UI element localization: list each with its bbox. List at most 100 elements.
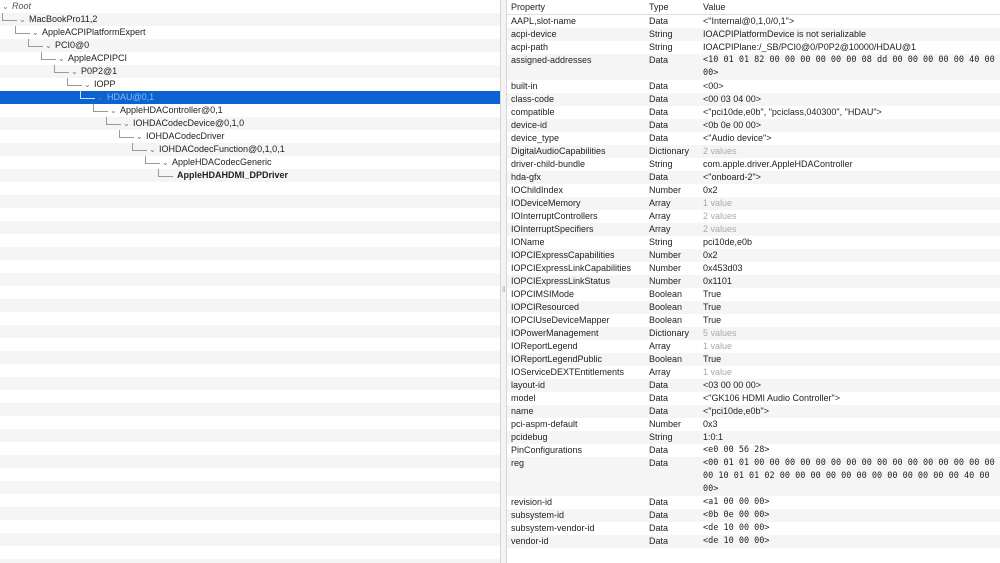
property-value[interactable]: 0x2 bbox=[703, 249, 999, 262]
tree-node[interactable]: ⌄ AppleHDAController@0,1 bbox=[93, 104, 223, 117]
table-row[interactable]: IOPCIExpressLinkStatus Number 0x1101 bbox=[507, 275, 1000, 288]
property-value[interactable]: True bbox=[703, 314, 999, 327]
column-header-type[interactable]: Type bbox=[649, 0, 701, 14]
chevron-down-icon[interactable]: ⌄ bbox=[110, 104, 120, 117]
table-row[interactable]: ›IOInterruptSpecifiers Array 2 values bbox=[507, 223, 1000, 236]
split-divider[interactable]: ‖ bbox=[500, 0, 507, 563]
table-row[interactable]: IOReportLegendPublic Boolean True bbox=[507, 353, 1000, 366]
tree-row[interactable]: ⌄ AppleACPIPlatformExpert bbox=[0, 26, 500, 39]
table-row[interactable]: assigned-addresses Data <10 01 01 82 00 00… bbox=[507, 54, 1000, 80]
table-row[interactable]: subsystem-vendor-id Data <de 10 00 00> bbox=[507, 522, 1000, 535]
table-row[interactable]: ›IOPowerManagement Dictionary 5 values bbox=[507, 327, 1000, 340]
property-value[interactable]: IOACPIPlatformDevice is not serializable bbox=[703, 28, 999, 41]
column-header-property[interactable]: Property bbox=[511, 0, 637, 14]
tree-node[interactable]: ⌄ P0P2@1 bbox=[54, 65, 117, 78]
tree-row-root[interactable]: ⌄ Root bbox=[0, 0, 500, 13]
property-value[interactable]: 0x1101 bbox=[703, 275, 999, 288]
table-row[interactable]: built-in Data <00> bbox=[507, 80, 1000, 93]
table-row[interactable]: device-id Data <0b 0e 00 00> bbox=[507, 119, 1000, 132]
table-row[interactable]: acpi-device String IOACPIPlatformDevice is… bbox=[507, 28, 1000, 41]
table-row[interactable]: model Data <"GK106 HDMI Audio Controller"> bbox=[507, 392, 1000, 405]
property-value[interactable]: <10 01 01 82 00 00 00 00 00 00 08 dd 00 … bbox=[703, 54, 999, 80]
property-value[interactable]: <0b 0e 00 00> bbox=[703, 509, 999, 522]
tree-node[interactable]: ⌄ PCI0@0 bbox=[28, 39, 89, 52]
table-row[interactable]: subsystem-id Data <0b 0e 00 00> bbox=[507, 509, 1000, 522]
table-row[interactable]: ›IOReportLegend Array 1 value bbox=[507, 340, 1000, 353]
tree-node[interactable]: ⌄ IOHDACodecFunction@0,1,0,1 bbox=[132, 143, 285, 156]
tree-row[interactable]: AppleHDAHDMI_DPDriver bbox=[0, 169, 500, 182]
tree-row[interactable]: ⌄ IOHDACodecDevice@0,1,0 bbox=[0, 117, 500, 130]
chevron-down-icon[interactable]: ⌄ bbox=[45, 39, 55, 52]
table-row[interactable]: pci-aspm-default Number 0x3 bbox=[507, 418, 1000, 431]
property-value[interactable]: <03 00 00 00> bbox=[703, 379, 999, 392]
property-value[interactable]: 1 value bbox=[703, 340, 999, 353]
table-row[interactable]: acpi-path String IOACPIPlane:/_SB/PCI0@0/P… bbox=[507, 41, 1000, 54]
property-value[interactable]: True bbox=[703, 353, 999, 366]
table-row[interactable]: ›DigitalAudioCapabilities Dictionary 2 val… bbox=[507, 145, 1000, 158]
property-value[interactable]: <e0 00 56 28> bbox=[703, 444, 999, 457]
property-value[interactable]: <de 10 00 00> bbox=[703, 535, 999, 548]
property-value[interactable]: 2 values bbox=[703, 145, 999, 158]
table-row[interactable]: IOPCIResourced Boolean True bbox=[507, 301, 1000, 314]
tree-node[interactable]: ⌄ AppleACPIPlatformExpert bbox=[15, 26, 146, 39]
property-value[interactable]: 1 value bbox=[703, 366, 999, 379]
property-value[interactable]: True bbox=[703, 288, 999, 301]
property-value[interactable]: <"pci10de,e0b", "pciclass,040300", "HDAU… bbox=[703, 106, 999, 119]
divider-grip-icon[interactable]: ‖ bbox=[502, 285, 505, 294]
table-row[interactable]: PinConfigurations Data <e0 00 56 28> bbox=[507, 444, 1000, 457]
chevron-down-icon[interactable]: ⌄ bbox=[32, 26, 42, 39]
tree-row[interactable]: ⌄ HDAU@0,1 bbox=[0, 91, 500, 104]
tree-row[interactable]: ⌄ AppleHDAController@0,1 bbox=[0, 104, 500, 117]
tree-row[interactable]: ⌄ P0P2@1 bbox=[0, 65, 500, 78]
property-value[interactable]: <00 03 04 00> bbox=[703, 93, 999, 106]
table-row[interactable]: vendor-id Data <de 10 00 00> bbox=[507, 535, 1000, 548]
table-row[interactable]: ›IOServiceDEXTEntitlements Array 1 value bbox=[507, 366, 1000, 379]
table-row[interactable]: IOPCIUseDeviceMapper Boolean True bbox=[507, 314, 1000, 327]
chevron-down-icon[interactable]: ⌄ bbox=[2, 0, 12, 13]
tree-row[interactable]: ⌄ IOPP bbox=[0, 78, 500, 91]
table-row[interactable]: name Data <"pci10de,e0b"> bbox=[507, 405, 1000, 418]
table-row[interactable]: reg Data <00 01 01 00 00 00 00 00 00 00 00… bbox=[507, 457, 1000, 496]
property-value[interactable]: <0b 0e 00 00> bbox=[703, 119, 999, 132]
property-value[interactable]: 0x453d03 bbox=[703, 262, 999, 275]
property-value[interactable]: 5 values bbox=[703, 327, 999, 340]
property-value[interactable]: <00> bbox=[703, 80, 999, 93]
tree-node[interactable]: ⌄ IOHDACodecDriver bbox=[119, 130, 225, 143]
property-value[interactable]: 1:0:1 bbox=[703, 431, 999, 444]
table-row[interactable]: IOPCIMSIMode Boolean True bbox=[507, 288, 1000, 301]
tree-node[interactable]: ⌄ HDAU@0,1 bbox=[80, 91, 154, 104]
property-value[interactable]: <a1 00 00 00> bbox=[703, 496, 999, 509]
tree-node[interactable]: AppleHDAHDMI_DPDriver bbox=[158, 169, 288, 182]
property-value[interactable]: pci10de,e0b bbox=[703, 236, 999, 249]
tree-node[interactable]: ⌄ AppleACPIPCI bbox=[41, 52, 127, 65]
property-value[interactable]: <00 01 01 00 00 00 00 00 00 00 00 00 00 … bbox=[703, 457, 999, 496]
tree-row[interactable]: ⌄ AppleHDACodecGeneric bbox=[0, 156, 500, 169]
table-row[interactable]: hda-gfx Data <"onboard-2"> bbox=[507, 171, 1000, 184]
property-value[interactable]: 2 values bbox=[703, 223, 999, 236]
property-value[interactable]: <"GK106 HDMI Audio Controller"> bbox=[703, 392, 999, 405]
tree-row[interactable]: ⌄ MacBookPro11,2 bbox=[0, 13, 500, 26]
chevron-down-icon[interactable]: ⌄ bbox=[97, 91, 107, 104]
property-value[interactable]: IOACPIPlane:/_SB/PCI0@0/P0P2@10000/HDAU@… bbox=[703, 41, 999, 54]
chevron-down-icon[interactable]: ⌄ bbox=[58, 52, 68, 65]
property-value[interactable]: <de 10 00 00> bbox=[703, 522, 999, 535]
property-value[interactable]: com.apple.driver.AppleHDAController bbox=[703, 158, 999, 171]
tree-row[interactable]: ⌄ AppleACPIPCI bbox=[0, 52, 500, 65]
chevron-down-icon[interactable]: ⌄ bbox=[71, 65, 81, 78]
table-row[interactable]: pcidebug String 1:0:1 bbox=[507, 431, 1000, 444]
property-value[interactable]: 2 values bbox=[703, 210, 999, 223]
tree-row[interactable]: ⌄ PCI0@0 bbox=[0, 39, 500, 52]
table-row[interactable]: ›IODeviceMemory Array 1 value bbox=[507, 197, 1000, 210]
table-row[interactable]: IOPCIExpressCapabilities Number 0x2 bbox=[507, 249, 1000, 262]
table-row[interactable]: compatible Data <"pci10de,e0b", "pciclass,… bbox=[507, 106, 1000, 119]
property-value[interactable]: <"pci10de,e0b"> bbox=[703, 405, 999, 418]
chevron-down-icon[interactable]: ⌄ bbox=[136, 130, 146, 143]
table-row[interactable]: IOPCIExpressLinkCapabilities Number 0x453d… bbox=[507, 262, 1000, 275]
property-value[interactable]: <"onboard-2"> bbox=[703, 171, 999, 184]
table-row[interactable]: class-code Data <00 03 04 00> bbox=[507, 93, 1000, 106]
table-row[interactable]: ›IOInterruptControllers Array 2 values bbox=[507, 210, 1000, 223]
table-row[interactable]: AAPL,slot-name Data <"Internal@0,1,0/0,1"> bbox=[507, 15, 1000, 28]
tree-node[interactable]: ⌄ IOPP bbox=[67, 78, 116, 91]
table-row[interactable]: driver-child-bundle String com.apple.drive… bbox=[507, 158, 1000, 171]
property-value[interactable]: True bbox=[703, 301, 999, 314]
